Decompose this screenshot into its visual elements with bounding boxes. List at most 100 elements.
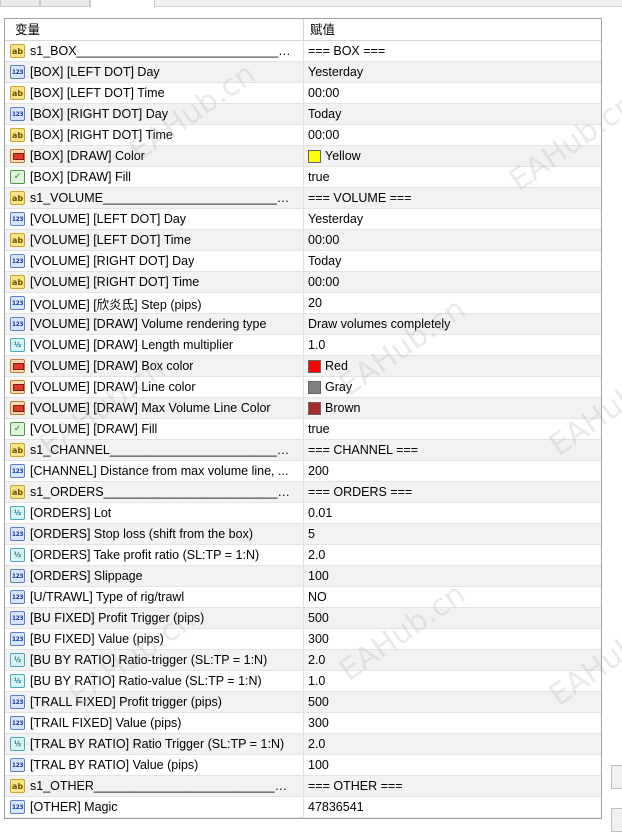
value-cell[interactable]: 300 xyxy=(304,629,601,649)
parameter-row[interactable]: 123 [TRAL BY RATIO] Value (pips) 100 xyxy=(5,755,601,776)
parameter-row[interactable]: 123 [ORDERS] Slippage 100 xyxy=(5,566,601,587)
parameter-row[interactable]: 123 [ORDERS] Stop loss (shift from the bo… xyxy=(5,524,601,545)
variable-cell[interactable]: 123 [VOLUME] [欣炎氐] Step (pips) xyxy=(5,293,304,313)
variable-cell[interactable]: 123 [VOLUME] [LEFT DOT] Day xyxy=(5,209,304,229)
variable-cell[interactable]: 123 [TRAIL FIXED] Value (pips) xyxy=(5,713,304,733)
parameter-row[interactable]: 123 [BOX] [LEFT DOT] Day Yesterday xyxy=(5,62,601,83)
value-cell[interactable]: 5 xyxy=(304,524,601,544)
value-cell[interactable]: Red xyxy=(304,356,601,376)
value-cell[interactable]: Draw volumes completely xyxy=(304,314,601,334)
value-cell[interactable]: Today xyxy=(304,104,601,124)
tab-common[interactable] xyxy=(0,0,40,7)
color-swatch[interactable] xyxy=(308,380,321,394)
variable-cell[interactable]: ½ [BU BY RATIO] Ratio-value (SL:TP = 1:N) xyxy=(5,671,304,691)
variable-cell[interactable]: ½ [ORDERS] Take profit ratio (SL:TP = 1:N… xyxy=(5,545,304,565)
variable-cell[interactable]: 123 [TRAL BY RATIO] Value (pips) xyxy=(5,755,304,775)
variable-cell[interactable]: ab [BOX] [LEFT DOT] Time xyxy=(5,83,304,103)
variable-cell[interactable]: ½ [VOLUME] [DRAW] Length multiplier xyxy=(5,335,304,355)
value-cell[interactable]: Brown xyxy=(304,398,601,418)
parameter-row[interactable]: 123 [BU FIXED] Profit Trigger (pips) 500 xyxy=(5,608,601,629)
value-cell[interactable]: 500 xyxy=(304,692,601,712)
parameter-row[interactable]: ½ [ORDERS] Lot 0.01 xyxy=(5,503,601,524)
variable-cell[interactable]: [VOLUME] [DRAW] Line color xyxy=(5,377,304,397)
variable-cell[interactable]: 123 [U/TRAWL] Type of rig/trawl xyxy=(5,587,304,607)
variable-cell[interactable]: ½ [BU BY RATIO] Ratio-trigger (SL:TP = 1:… xyxy=(5,650,304,670)
value-cell[interactable]: === ORDERS === xyxy=(304,482,601,502)
value-cell[interactable]: 1.0 xyxy=(304,671,601,691)
value-cell[interactable]: 300 xyxy=(304,713,601,733)
value-cell[interactable]: Today xyxy=(304,251,601,271)
parameter-row[interactable]: ½ [TRAL BY RATIO] Ratio Trigger (SL:TP = … xyxy=(5,734,601,755)
value-cell[interactable]: 2.0 xyxy=(304,734,601,754)
value-cell[interactable]: 00:00 xyxy=(304,272,601,292)
variable-cell[interactable]: 123 [OTHER] Magic xyxy=(5,797,304,817)
variable-cell[interactable]: 123 [ORDERS] Slippage xyxy=(5,566,304,586)
section-separator-row[interactable]: ab s1_ORDERS_____________________________… xyxy=(5,482,601,503)
value-cell[interactable]: 00:00 xyxy=(304,125,601,145)
value-cell[interactable]: 00:00 xyxy=(304,230,601,250)
parameter-row[interactable]: 123 [VOLUME] [LEFT DOT] Day Yesterday xyxy=(5,209,601,230)
value-cell[interactable]: NO xyxy=(304,587,601,607)
parameter-row[interactable]: 123 [TRAIL FIXED] Value (pips) 300 xyxy=(5,713,601,734)
variable-cell[interactable]: ½ [ORDERS] Lot xyxy=(5,503,304,523)
parameter-row[interactable]: 123 [TRALL FIXED] Profit trigger (pips) 50… xyxy=(5,692,601,713)
value-cell[interactable]: Gray xyxy=(304,377,601,397)
variable-cell[interactable]: [VOLUME] [DRAW] Max Volume Line Color xyxy=(5,398,304,418)
variable-cell[interactable]: ab s1_BOX________________________________… xyxy=(5,41,304,61)
parameter-row[interactable]: [VOLUME] [DRAW] Box color Red xyxy=(5,356,601,377)
value-cell[interactable]: Yesterday xyxy=(304,209,601,229)
parameter-row[interactable]: ½ [VOLUME] [DRAW] Length multiplier 1.0 xyxy=(5,335,601,356)
value-cell[interactable]: 20 xyxy=(304,293,601,313)
parameter-row[interactable]: [VOLUME] [DRAW] Max Volume Line Color Bro… xyxy=(5,398,601,419)
parameter-row[interactable]: ab [BOX] [RIGHT DOT] Time 00:00 xyxy=(5,125,601,146)
value-cell[interactable]: === OTHER === xyxy=(304,776,601,796)
parameter-row[interactable]: 123 [U/TRAWL] Type of rig/trawl NO xyxy=(5,587,601,608)
variable-cell[interactable]: 123 [VOLUME] [RIGHT DOT] Day xyxy=(5,251,304,271)
value-cell[interactable]: true xyxy=(304,167,601,187)
value-cell[interactable]: 00:00 xyxy=(304,83,601,103)
side-button[interactable] xyxy=(611,765,622,789)
parameter-row[interactable]: ½ [BU BY RATIO] Ratio-trigger (SL:TP = 1:… xyxy=(5,650,601,671)
variable-cell[interactable]: ✓ [BOX] [DRAW] Fill xyxy=(5,167,304,187)
variable-cell[interactable]: 123 [VOLUME] [DRAW] Volume rendering type xyxy=(5,314,304,334)
section-separator-row[interactable]: ab s1_OTHER______________________________… xyxy=(5,776,601,797)
color-swatch[interactable] xyxy=(308,359,321,373)
side-button[interactable] xyxy=(611,808,622,832)
value-cell[interactable]: === VOLUME === xyxy=(304,188,601,208)
parameter-row[interactable]: 123 [BOX] [RIGHT DOT] Day Today xyxy=(5,104,601,125)
value-cell[interactable]: 2.0 xyxy=(304,545,601,565)
variable-cell[interactable]: ab s1_ORDERS_____________________________… xyxy=(5,482,304,502)
variable-cell[interactable]: ab s1_OTHER______________________________… xyxy=(5,776,304,796)
parameter-row[interactable]: 123 [VOLUME] [欣炎氐] Step (pips) 20 xyxy=(5,293,601,314)
parameter-row[interactable]: ½ [BU BY RATIO] Ratio-value (SL:TP = 1:N)… xyxy=(5,671,601,692)
value-cell[interactable]: === BOX === xyxy=(304,41,601,61)
section-separator-row[interactable]: ab s1_BOX________________________________… xyxy=(5,41,601,62)
variable-cell[interactable]: 123 [BU FIXED] Value (pips) xyxy=(5,629,304,649)
color-swatch[interactable] xyxy=(308,149,321,163)
tab-dependencies[interactable] xyxy=(40,0,90,7)
variable-cell[interactable]: 123 [BOX] [LEFT DOT] Day xyxy=(5,62,304,82)
variable-cell[interactable]: ½ [TRAL BY RATIO] Ratio Trigger (SL:TP = … xyxy=(5,734,304,754)
variable-cell[interactable]: ab [VOLUME] [RIGHT DOT] Time xyxy=(5,272,304,292)
variable-cell[interactable]: [VOLUME] [DRAW] Box color xyxy=(5,356,304,376)
value-cell[interactable]: Yesterday xyxy=(304,62,601,82)
variable-cell[interactable]: ✓ [VOLUME] [DRAW] Fill xyxy=(5,419,304,439)
value-cell[interactable]: 500 xyxy=(304,608,601,628)
variable-cell[interactable]: 123 [BOX] [RIGHT DOT] Day xyxy=(5,104,304,124)
parameter-row[interactable]: 123 [CHANNEL] Distance from max volume li… xyxy=(5,461,601,482)
value-cell[interactable]: 0.01 xyxy=(304,503,601,523)
value-cell[interactable]: 1.0 xyxy=(304,335,601,355)
parameter-row[interactable]: ab [VOLUME] [RIGHT DOT] Time 00:00 xyxy=(5,272,601,293)
parameter-row[interactable]: [BOX] [DRAW] Color Yellow xyxy=(5,146,601,167)
parameter-row[interactable]: 123 [OTHER] Magic 47836541 xyxy=(5,797,601,818)
variable-cell[interactable]: 123 [CHANNEL] Distance from max volume li… xyxy=(5,461,304,481)
variable-cell[interactable]: ab [BOX] [RIGHT DOT] Time xyxy=(5,125,304,145)
column-header-variable[interactable]: 变量 xyxy=(5,19,304,40)
value-cell[interactable]: 100 xyxy=(304,566,601,586)
variable-cell[interactable]: 123 [BU FIXED] Profit Trigger (pips) xyxy=(5,608,304,628)
parameter-row[interactable]: ab [VOLUME] [LEFT DOT] Time 00:00 xyxy=(5,230,601,251)
value-cell[interactable]: true xyxy=(304,419,601,439)
parameter-row[interactable]: 123 [VOLUME] [DRAW] Volume rendering type… xyxy=(5,314,601,335)
value-cell[interactable]: === CHANNEL === xyxy=(304,440,601,460)
variable-cell[interactable]: ab [VOLUME] [LEFT DOT] Time xyxy=(5,230,304,250)
